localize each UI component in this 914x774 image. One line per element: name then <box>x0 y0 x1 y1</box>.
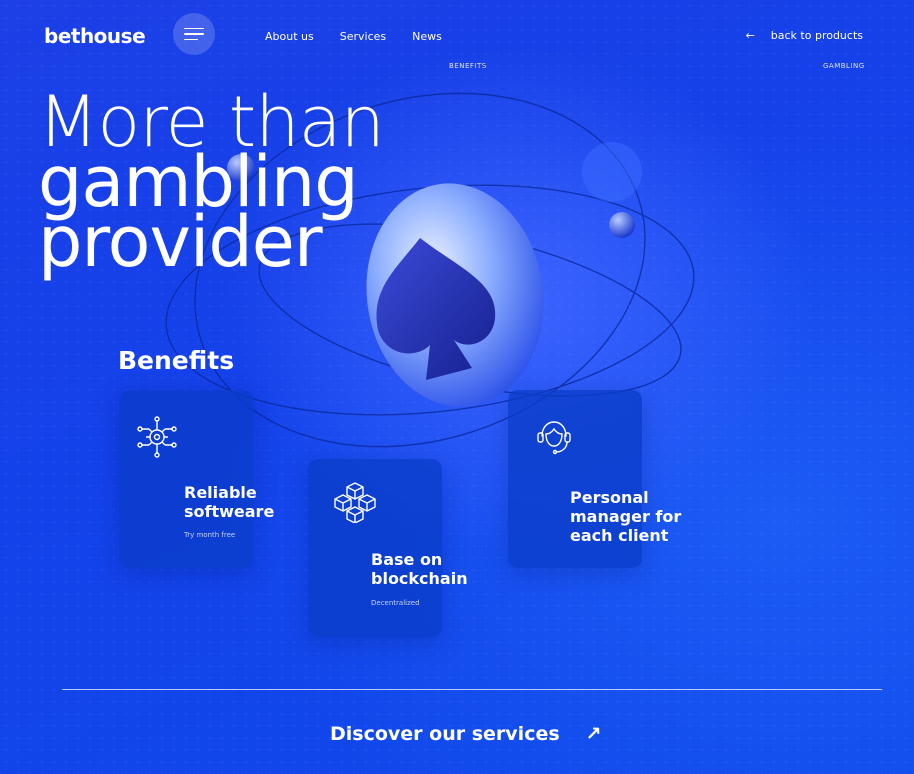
section-divider <box>62 689 882 690</box>
discover-services-label: Discover our services <box>330 723 560 745</box>
card-subtitle: Decentralized <box>371 599 420 607</box>
benefit-card-blockchain[interactable]: Base on blockchain Decentralized <box>308 459 468 637</box>
hero-headline: More than gambling provider <box>38 87 385 277</box>
arrow-up-right-icon: ↗ <box>585 723 602 745</box>
benefit-card-personal-manager[interactable]: Personal manager for each client <box>508 390 681 568</box>
section-tag-gambling: GAMBLING <box>823 62 865 70</box>
hamburger-icon <box>184 24 204 45</box>
card-title: Base on blockchain <box>371 550 468 588</box>
card-title: Reliable softweare <box>184 483 275 521</box>
nav-about-us[interactable]: About us <box>265 30 314 43</box>
bethouse-logo[interactable]: bethouse <box>44 24 146 48</box>
headset-icon <box>537 421 571 455</box>
arrow-left-icon: ← <box>745 29 755 42</box>
nav-news[interactable]: News <box>412 30 442 43</box>
card-subtitle: Try month free <box>184 531 236 539</box>
nav-services[interactable]: Services <box>340 30 386 43</box>
benefit-card-reliable-software[interactable]: Reliable softweare Try month free <box>119 390 274 568</box>
cog-circuit-icon <box>137 416 177 458</box>
orbit-sphere <box>609 212 635 238</box>
blockchain-cubes-icon <box>334 482 376 523</box>
back-to-products-label: back to products <box>770 29 863 42</box>
hamburger-menu-button[interactable] <box>173 13 215 55</box>
main-nav: About us Services News <box>265 30 442 43</box>
section-tag-benefits: BENEFITS <box>449 62 487 70</box>
discover-services-button[interactable]: Discover our services ↗ <box>330 723 602 745</box>
card-title: Personal manager for each client <box>570 488 682 545</box>
benefits-title: Benefits <box>118 346 235 375</box>
back-to-products-link[interactable]: ← back to products <box>746 29 863 42</box>
